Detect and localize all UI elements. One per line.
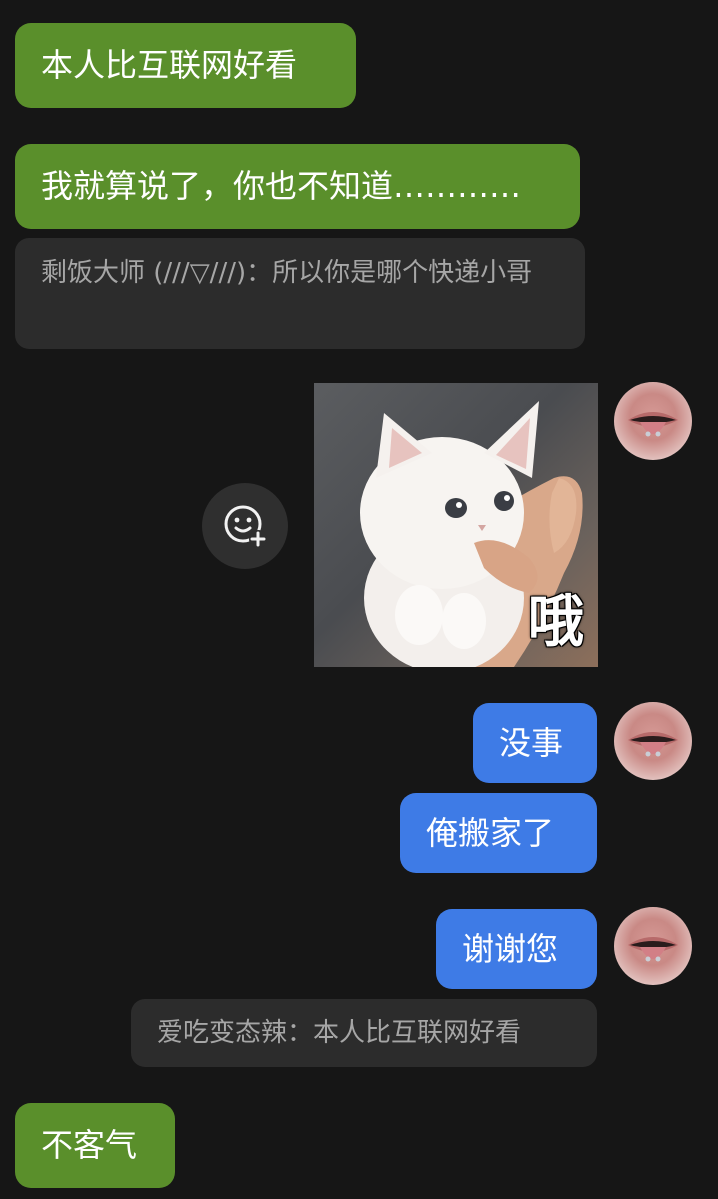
sticker-caption: 哦 bbox=[528, 590, 584, 655]
chat-screen: 本人比互联网好看 我就算说了，你也不知道………… 剩饭大师 (///▽///)：… bbox=[0, 0, 718, 1199]
message-bubble-outgoing[interactable]: 谢谢您 bbox=[436, 909, 597, 989]
message-text: 本人比互联网好看 bbox=[41, 46, 298, 84]
avatar-image bbox=[628, 412, 678, 437]
quoted-reply[interactable]: 剩饭大师 (///▽///)：所以你是哪个快递小哥 bbox=[15, 238, 585, 349]
message-text: 我就算说了，你也不知道………… bbox=[41, 167, 522, 205]
avatar[interactable] bbox=[614, 702, 692, 780]
avatar-image bbox=[628, 732, 678, 757]
quoted-reply[interactable]: 爱吃变态辣：本人比互联网好看 bbox=[131, 999, 597, 1067]
quoted-text: 剩饭大师 (///▽///)：所以你是哪个快递小哥 bbox=[41, 258, 533, 288]
avatar[interactable] bbox=[614, 907, 692, 985]
message-text: 谢谢您 bbox=[462, 930, 559, 968]
message-bubble-incoming[interactable]: 本人比互联网好看 bbox=[15, 23, 356, 108]
add-emoji-button[interactable] bbox=[202, 483, 288, 569]
message-bubble-outgoing[interactable]: 没事 bbox=[473, 703, 597, 783]
message-bubble-outgoing[interactable]: 俺搬家了 bbox=[400, 793, 597, 873]
message-bubble-incoming[interactable]: 我就算说了，你也不知道………… bbox=[15, 144, 580, 229]
message-text: 俺搬家了 bbox=[426, 814, 555, 852]
message-text: 不客气 bbox=[41, 1126, 138, 1164]
add-emoji-icon bbox=[224, 505, 267, 548]
message-text: 没事 bbox=[499, 724, 564, 762]
quoted-text: 爱吃变态辣：本人比互联网好看 bbox=[157, 1018, 522, 1048]
avatar-image bbox=[628, 937, 678, 962]
message-bubble-incoming[interactable]: 不客气 bbox=[15, 1103, 175, 1188]
avatar[interactable] bbox=[614, 382, 692, 460]
sticker-image[interactable]: 哦 bbox=[314, 383, 598, 667]
